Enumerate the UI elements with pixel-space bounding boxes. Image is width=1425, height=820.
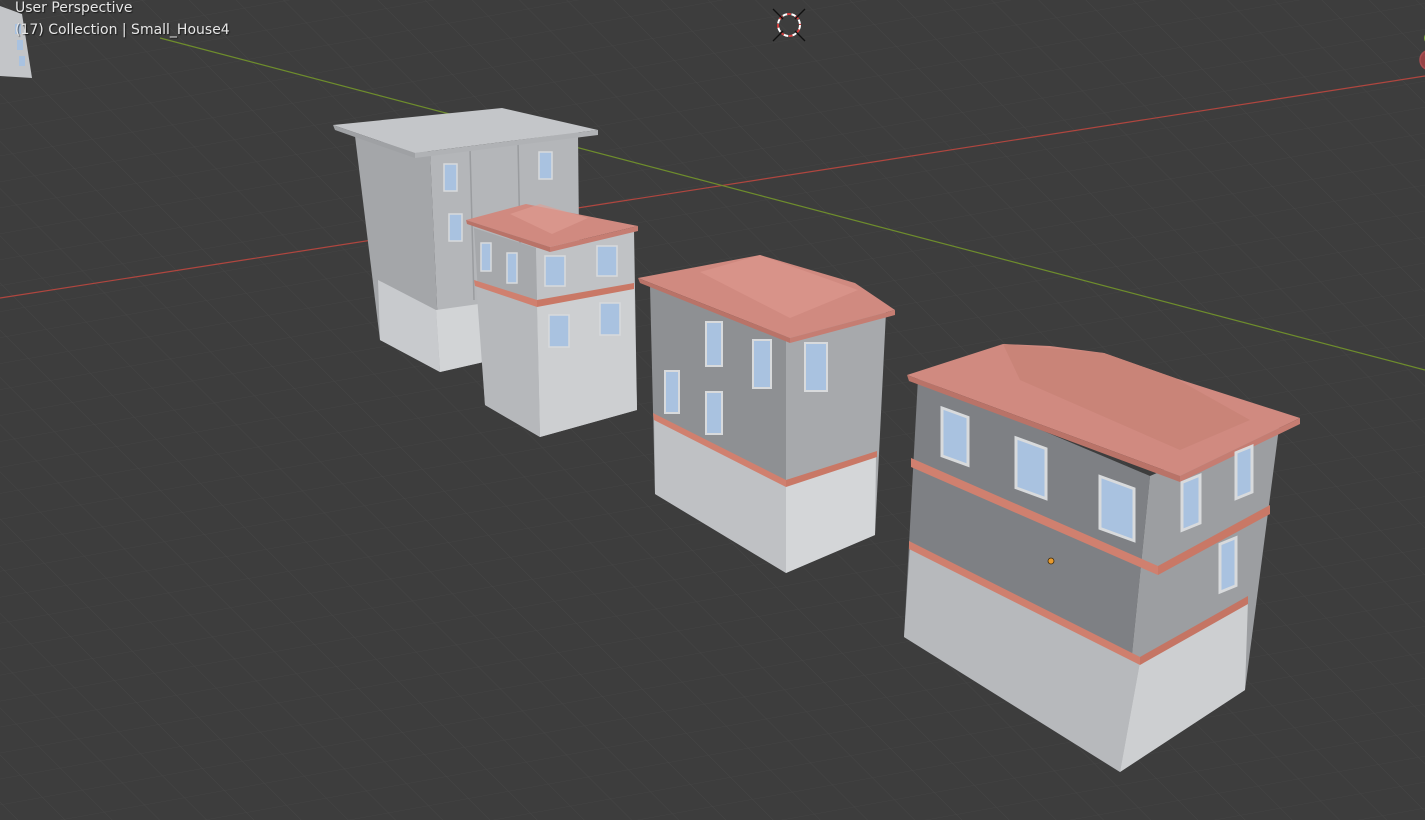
3d-viewport[interactable]: User Perspective (17) Collection | Small… — [0, 0, 1425, 820]
viewport-view-name: User Perspective — [15, 0, 133, 16]
viewport-collection-label: (17) Collection | Small_House4 — [15, 22, 230, 38]
small-tower-house[interactable] — [466, 204, 638, 437]
scene-canvas[interactable] — [0, 0, 1425, 820]
object-origin-dot — [1047, 557, 1055, 565]
